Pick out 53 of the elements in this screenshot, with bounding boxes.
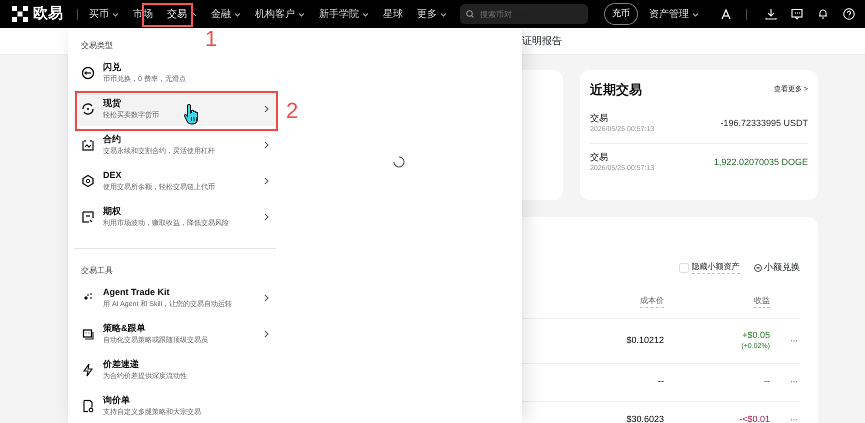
refresh-icon <box>81 102 95 116</box>
chat-icon[interactable] <box>791 8 803 20</box>
nav-menu-item[interactable]: 交易 <box>160 6 204 22</box>
trade-type: 交易 <box>590 112 609 124</box>
nav-menu-item[interactable]: 星球 <box>376 6 410 22</box>
convert-icon <box>754 264 762 272</box>
proof-report-link[interactable]: 证明报告 <box>522 34 562 48</box>
cost-cell-text: -- <box>657 375 664 388</box>
more-actions-button[interactable]: ··· <box>790 334 800 346</box>
small-convert-link[interactable]: 小额兑换 <box>764 261 800 274</box>
trade-amount: -196.72333995 USDT <box>720 116 808 130</box>
download-icon[interactable] <box>765 8 777 20</box>
more-actions-button[interactable]: ··· <box>790 414 800 423</box>
annotation-number: 2 <box>286 100 298 122</box>
robot-icon <box>81 327 95 341</box>
hide-small-label: 隐藏小额资产 <box>692 261 740 274</box>
caret-icon <box>692 12 699 16</box>
nav-menu-item[interactable]: 机构客户 <box>248 6 312 22</box>
search-field[interactable]: 搜索币对 <box>460 4 588 24</box>
section-title: 交易类型 <box>81 40 113 52</box>
trade-amount: 1,922.02070035 DOGE <box>714 156 808 169</box>
nav-menu-item[interactable]: 市场 <box>126 6 160 22</box>
document-icon <box>81 399 95 413</box>
lightning-icon <box>81 363 95 377</box>
cost-cell-text: $0.10212 <box>625 334 664 347</box>
logo-icon <box>12 6 28 22</box>
pnl-value: -<$0.01 <box>739 413 770 423</box>
swap-icon <box>81 66 95 80</box>
calendar-chart-icon <box>81 138 95 152</box>
nav-menu-item[interactable]: 新手学院 <box>312 6 376 22</box>
pnl-value: -- <box>764 375 770 388</box>
more-actions-button[interactable]: ··· <box>790 376 800 388</box>
help-icon[interactable] <box>843 8 855 20</box>
annotation-number: 1 <box>205 28 218 50</box>
assets-menu[interactable]: 资产管理 <box>642 6 706 22</box>
nav-menu-item[interactable]: 金融 <box>204 6 248 22</box>
trade-type: 交易 <box>590 150 609 164</box>
column-header: 收益 <box>754 294 770 308</box>
cube-icon <box>81 174 95 188</box>
hand-cursor-icon <box>183 103 201 125</box>
deposit-button[interactable]: 充币 <box>604 3 638 25</box>
hide-small-checkbox[interactable] <box>679 262 689 273</box>
logo-text[interactable]: 欧易 <box>33 2 63 26</box>
recent-trades-title: 近期交易 <box>590 81 642 99</box>
bell-icon[interactable] <box>817 8 829 20</box>
section-title: 交易工具 <box>81 265 113 277</box>
nav-menu-item[interactable]: 买币 <box>82 6 126 22</box>
nav-menu-item[interactable]: 更多 <box>410 6 454 22</box>
cost-cell-text: $30.6023 <box>625 413 664 423</box>
column-header: 成本价 <box>640 294 664 308</box>
pnl-value: +$0.05 <box>742 328 770 342</box>
annotation-highlight-box <box>142 3 193 27</box>
document-chart-icon <box>81 210 95 224</box>
